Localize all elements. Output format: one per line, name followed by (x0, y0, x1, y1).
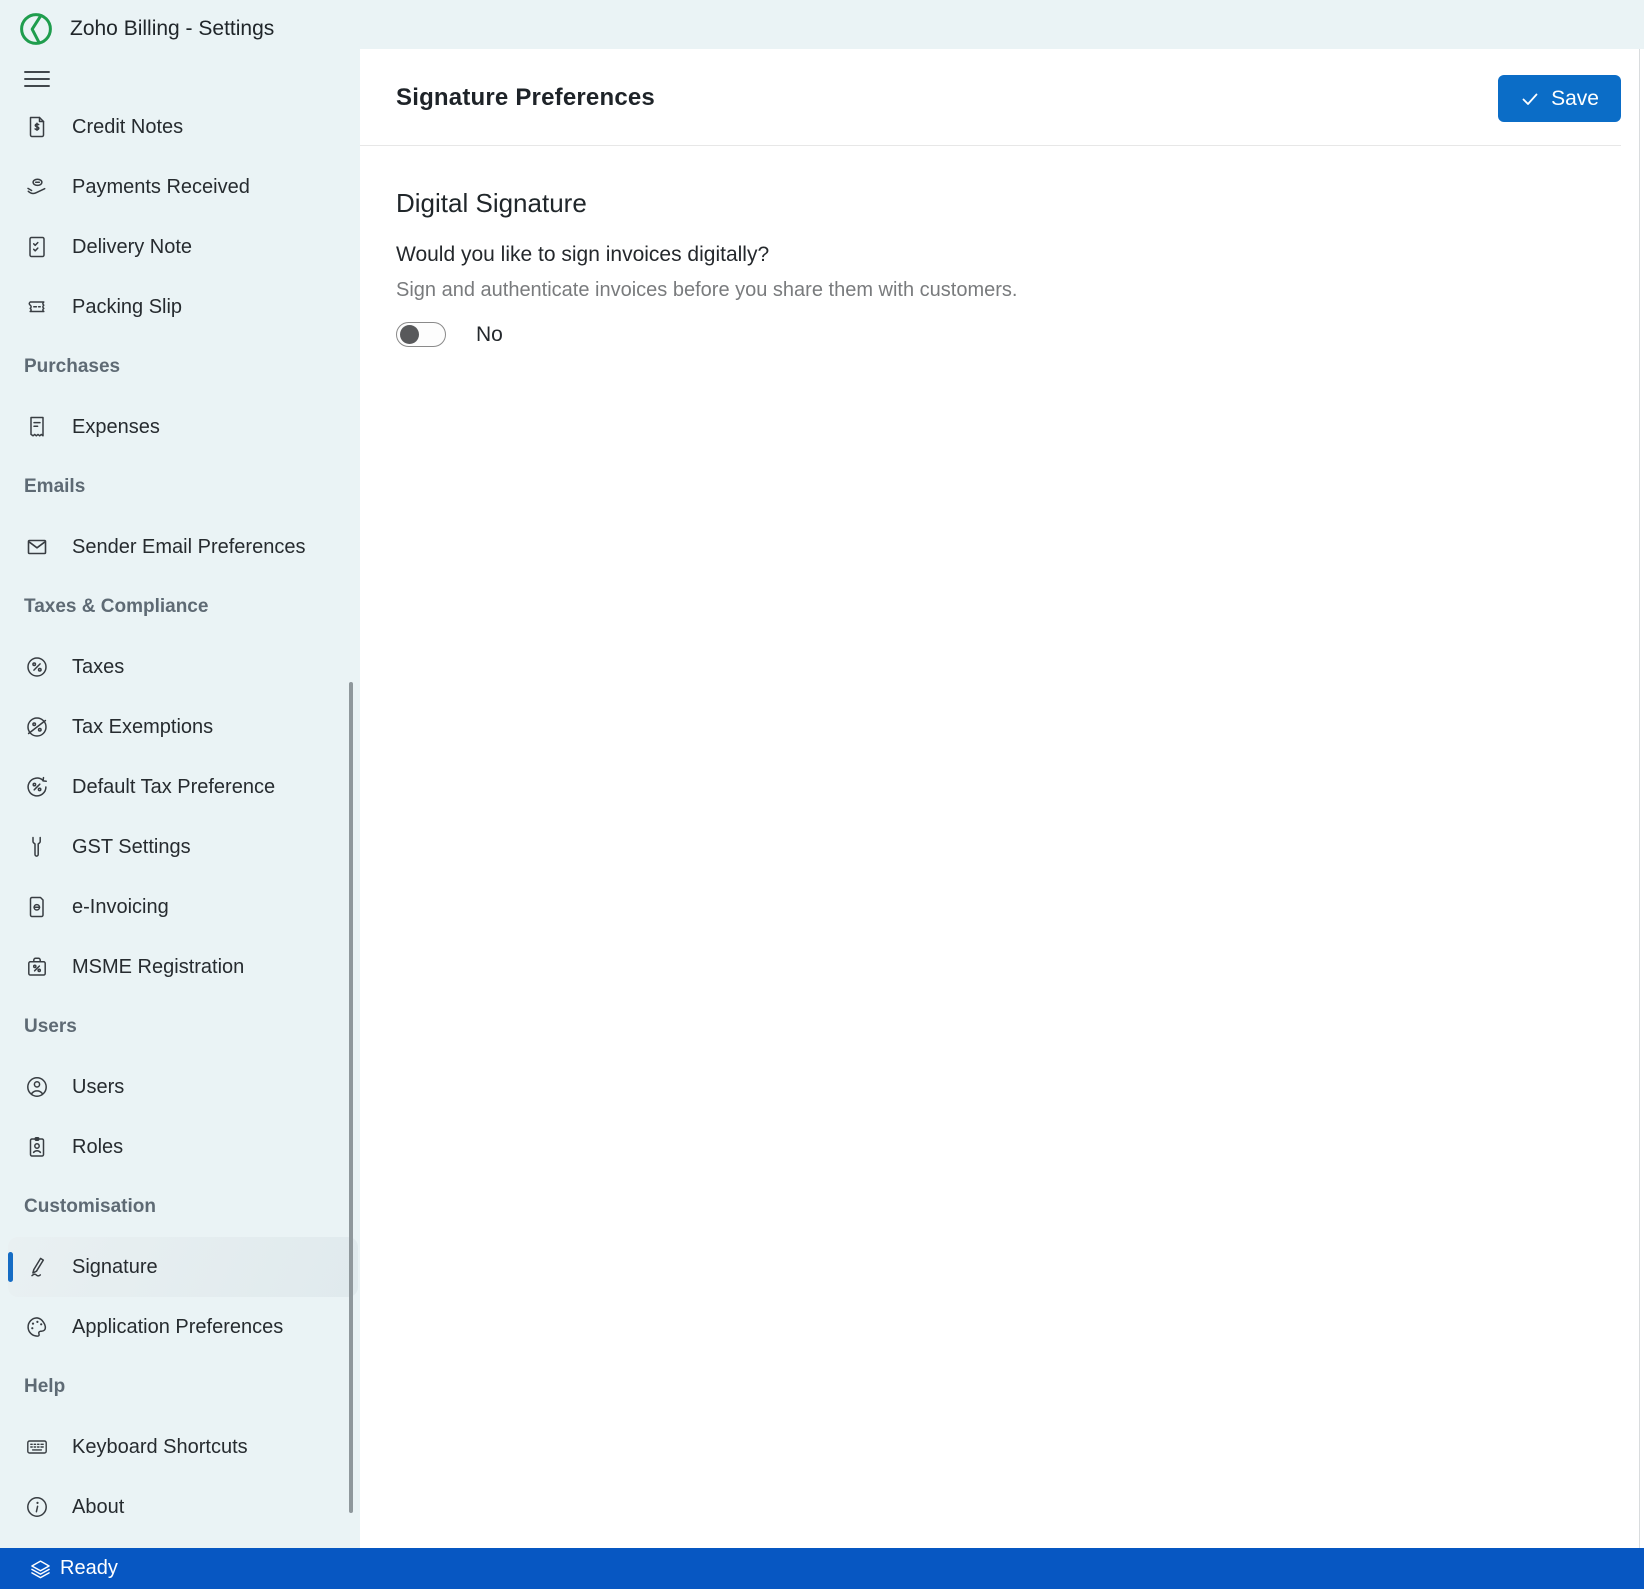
sidebar-item-label: Keyboard Shortcuts (72, 1436, 248, 1459)
sidebar-item-default-tax-preference[interactable]: Default Tax Preference (8, 757, 358, 817)
digital-signature-description: Sign and authenticate invoices before yo… (396, 279, 1603, 302)
packing-slip-icon (24, 294, 50, 320)
msme-icon (24, 954, 50, 980)
menu-icon[interactable] (24, 68, 50, 90)
tax-exemptions-icon (24, 714, 50, 740)
palette-icon (24, 1314, 50, 1340)
sidebar-item-label: Default Tax Preference (72, 776, 275, 799)
keyboard-icon (24, 1434, 50, 1460)
sidebar-scrollbar[interactable] (349, 682, 353, 1513)
status-bar: Ready (0, 1548, 1644, 1589)
delivery-note-icon (24, 234, 50, 260)
digital-signature-toggle[interactable] (396, 322, 446, 347)
layers-icon (30, 1559, 51, 1579)
sidebar-item-gst-settings[interactable]: GST Settings (8, 817, 358, 877)
sidebar-item-tax-exemptions[interactable]: Tax Exemptions (8, 697, 358, 757)
sidebar-item-keyboard-shortcuts[interactable]: Keyboard Shortcuts (8, 1417, 358, 1477)
page-title: Signature Preferences (396, 84, 655, 112)
sidebar-item-users[interactable]: Users (8, 1057, 358, 1117)
sidebar-section-users: Users (0, 997, 360, 1057)
sidebar-item-application-preferences[interactable]: Application Preferences (8, 1297, 358, 1357)
e-invoicing-icon (24, 894, 50, 920)
zoho-billing-logo-icon (18, 11, 54, 47)
sidebar-item-label: Application Preferences (72, 1316, 283, 1339)
sidebar-item-label: Users (72, 1076, 124, 1099)
sidebar-item-e-invoicing[interactable]: e-Invoicing (8, 877, 358, 937)
default-tax-icon (24, 774, 50, 800)
sidebar-item-about[interactable]: About (8, 1477, 358, 1537)
sidebar-item-label: Packing Slip (72, 296, 182, 319)
sidebar-item-label: Payments Received (72, 176, 250, 199)
save-button[interactable]: Save (1498, 75, 1621, 122)
sidebar-item-label: e-Invoicing (72, 896, 169, 919)
sidebar-section-emails: Emails (0, 457, 360, 517)
taxes-icon (24, 654, 50, 680)
signature-icon (24, 1254, 50, 1280)
credit-notes-icon (24, 114, 50, 140)
payments-received-icon (24, 174, 50, 200)
sidebar-item-packing-slip[interactable]: Packing Slip (8, 277, 358, 337)
info-icon (24, 1494, 50, 1520)
save-button-label: Save (1551, 87, 1599, 111)
toggle-state-label: No (476, 323, 503, 347)
sidebar-item-label: Expenses (72, 416, 160, 439)
sidebar-section-help: Help (0, 1357, 360, 1417)
roles-icon (24, 1134, 50, 1160)
sidebar-section-customisation: Customisation (0, 1177, 360, 1237)
content-panel: Signature Preferences Save Digital Signa… (360, 49, 1640, 1548)
sidebar-item-label: GST Settings (72, 836, 191, 859)
users-icon (24, 1074, 50, 1100)
email-icon (24, 534, 50, 560)
signature-preferences-content: Digital Signature Would you like to sign… (360, 146, 1639, 347)
settings-sidebar: Zoho Billing - Settings Credit Notes (0, 0, 360, 1548)
digital-signature-question: Would you like to sign invoices digitall… (396, 243, 1603, 267)
check-icon (1520, 89, 1540, 109)
sidebar-item-roles[interactable]: Roles (8, 1117, 358, 1177)
sidebar-item-expenses[interactable]: Expenses (8, 397, 358, 457)
gst-settings-icon (24, 834, 50, 860)
sidebar-item-label: Delivery Note (72, 236, 192, 259)
sidebar-section-taxes-compliance: Taxes & Compliance (0, 577, 360, 637)
top-strip (360, 0, 1644, 49)
digital-signature-toggle-row: No (396, 322, 1603, 347)
sidebar-item-label: Taxes (72, 656, 124, 679)
sidebar-item-label: Credit Notes (72, 116, 183, 139)
sidebar-item-label: Tax Exemptions (72, 716, 213, 739)
app-brand: Zoho Billing - Settings (18, 8, 274, 50)
sidebar-item-label: About (72, 1496, 124, 1519)
digital-signature-heading: Digital Signature (396, 188, 1603, 219)
sidebar-item-payments-received[interactable]: Payments Received (8, 157, 358, 217)
toggle-knob (400, 325, 419, 344)
status-label: Ready (60, 1557, 118, 1580)
main-area: Signature Preferences Save Digital Signa… (360, 0, 1644, 1548)
app-title: Zoho Billing - Settings (70, 17, 274, 41)
sidebar-item-label: MSME Registration (72, 956, 244, 979)
sidebar-item-taxes[interactable]: Taxes (8, 637, 358, 697)
sidebar-item-credit-notes[interactable]: Credit Notes (8, 97, 358, 157)
sidebar-section-purchases: Purchases (0, 337, 360, 397)
sidebar-item-delivery-note[interactable]: Delivery Note (8, 217, 358, 277)
sidebar-item-label: Roles (72, 1136, 123, 1159)
sidebar-item-label: Signature (72, 1256, 158, 1279)
sidebar-item-msme-registration[interactable]: MSME Registration (8, 937, 358, 997)
expenses-icon (24, 414, 50, 440)
sidebar-item-sender-email-preferences[interactable]: Sender Email Preferences (8, 517, 358, 577)
sidebar-item-label: Sender Email Preferences (72, 536, 305, 559)
sidebar-nav: Credit Notes Payments Received (0, 97, 360, 1537)
sidebar-item-signature[interactable]: Signature (8, 1237, 358, 1297)
panel-header: Signature Preferences Save (360, 49, 1639, 146)
